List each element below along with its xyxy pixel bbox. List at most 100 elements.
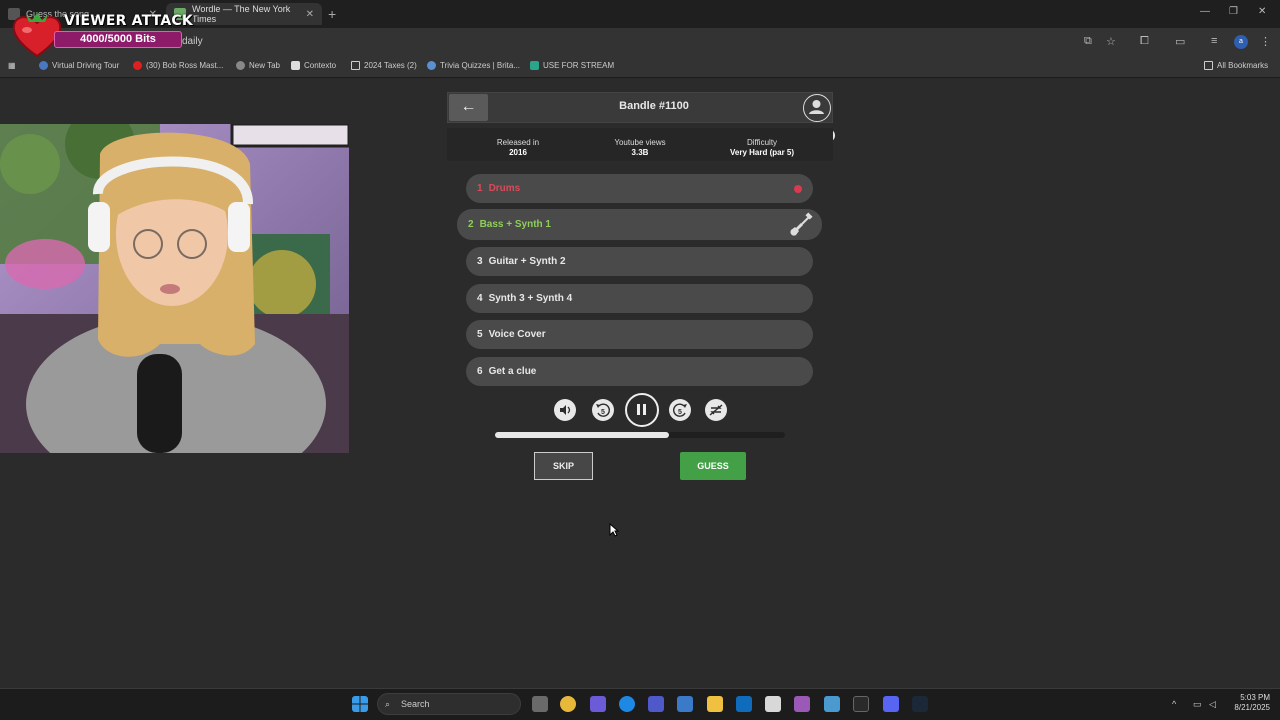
guess-button[interactable]: GUESS (680, 452, 746, 480)
bookmark-new-tab[interactable]: New Tab (236, 61, 280, 70)
minimize-icon[interactable]: — (1200, 6, 1210, 17)
pause-icon (637, 404, 646, 415)
bits-count: 4000/5000 Bits (80, 33, 156, 45)
store-icon[interactable] (765, 696, 781, 712)
chrome-icon (236, 61, 245, 70)
bookmark-2024-taxes[interactable]: 2024 Taxes (2) (351, 61, 417, 70)
discord-icon[interactable] (883, 696, 899, 712)
overlay-title: VIEWER ATTACK (64, 13, 193, 29)
address-bar: daily ⧉ ☆ ⧠ ▭ ≡ ⋮ (0, 28, 1280, 56)
outlook-icon[interactable] (736, 696, 752, 712)
show-hidden-icons-icon[interactable]: ^ (1172, 699, 1176, 709)
stat-value: Very Hard (par 5) (729, 148, 795, 157)
stat-label: Difficulty (746, 138, 778, 147)
rewind-seconds: 5 (601, 409, 605, 416)
bass-guitar-icon (790, 212, 813, 236)
windows-start-icon[interactable] (352, 696, 368, 712)
loop-off-icon (709, 404, 723, 416)
stat-label: Youtube views (614, 138, 666, 147)
volume-tray-icon[interactable]: ◁ (1209, 699, 1216, 710)
bookmark-label: 2024 Taxes (2) (364, 61, 417, 70)
clock-date: 8/21/2025 (1234, 703, 1270, 712)
user-icon (809, 100, 824, 114)
stem-bass-synth-1[interactable]: 2 Bass + Synth 1 (457, 209, 822, 240)
user-profile-icon[interactable] (803, 94, 831, 122)
bookmark-label: Virtual Driving Tour (52, 61, 120, 70)
url-field[interactable]: daily (182, 36, 203, 47)
bookmark-virtual-driving-tour[interactable]: Virtual Driving Tour (39, 61, 119, 70)
taskbar-search[interactable] (377, 693, 521, 715)
tab-label: Wordle — The New York Times (192, 4, 291, 24)
bookmark-trivia-quizzes[interactable]: Trivia Quizzes | Brita... (427, 61, 520, 70)
repeat-off-icon[interactable] (705, 399, 727, 421)
stem-status-dot-icon (794, 185, 802, 193)
stem-number: 6 (477, 366, 483, 377)
skip-button[interactable]: SKIP (534, 452, 593, 480)
restore-icon[interactable]: ❐ (1229, 6, 1238, 17)
taskbar (0, 688, 1280, 720)
stem-drums[interactable]: 1 Drums (466, 174, 813, 203)
youtube-icon (133, 61, 142, 70)
forward-5-icon[interactable]: 5 (669, 399, 691, 421)
teams-icon[interactable] (648, 696, 664, 712)
stem-get-a-clue[interactable]: 6 Get a clue (466, 357, 813, 386)
rewind-5-icon[interactable]: 5 (592, 399, 614, 421)
bookmark-label: Contexto (304, 61, 337, 70)
bookmark-star-icon[interactable]: ☆ (1106, 35, 1116, 48)
stem-label: Voice Cover (488, 329, 546, 340)
split-view-icon[interactable]: ▭ (1175, 35, 1185, 48)
stem-number: 4 (477, 293, 483, 304)
stem-guitar-synth-2[interactable]: 3 Guitar + Synth 2 (466, 247, 813, 276)
bookmark-bob-ross[interactable]: (30) Bob Ross Mast... (133, 61, 223, 70)
forward-seconds: 5 (678, 409, 682, 416)
profile-avatar[interactable]: a (1234, 35, 1248, 49)
stat-value: 3.3B (631, 148, 649, 157)
photos-icon[interactable] (677, 696, 693, 712)
all-bookmarks[interactable]: All Bookmarks (1204, 61, 1268, 70)
volume-icon[interactable] (554, 399, 576, 421)
stem-label: Synth 3 + Synth 4 (488, 293, 573, 304)
copilot-icon[interactable] (590, 696, 606, 712)
apps-grid-icon[interactable]: ▦ (8, 61, 16, 70)
new-tab-icon[interactable]: + (328, 6, 336, 22)
picsart-icon (530, 61, 539, 70)
game-title: Bandle #1100 (619, 100, 689, 112)
media-controls-icon[interactable]: ≡ (1211, 35, 1217, 47)
bookmark-contexto[interactable]: Contexto (291, 61, 336, 70)
stem-number: 5 (477, 329, 483, 340)
close-window-icon[interactable]: ✕ (1258, 6, 1266, 17)
menu-icon[interactable]: ⋮ (1260, 35, 1271, 48)
app-icon[interactable] (824, 696, 840, 712)
bookmark-label: New Tab (249, 61, 280, 70)
bookmark-use-for-stream[interactable]: USE FOR STREAM (530, 61, 614, 70)
folder-icon (351, 61, 360, 70)
stem-label: Get a clue (488, 366, 537, 377)
back-arrow-icon[interactable]: ← (449, 94, 488, 121)
system-clock[interactable]: 5:03 PM 8/21/2025 (1226, 693, 1270, 713)
steam-icon[interactable] (912, 696, 928, 712)
office-icon[interactable] (794, 696, 810, 712)
extensions-icon[interactable]: ⧠ (1140, 35, 1149, 48)
webcam-feed (0, 124, 349, 453)
folder-icon (1204, 61, 1213, 70)
bookmark-label: Trivia Quizzes | Brita... (440, 61, 521, 70)
edge-icon[interactable] (619, 696, 635, 712)
stat-value: 2016 (509, 148, 527, 157)
install-app-icon[interactable]: ⧉ (1084, 35, 1092, 48)
forward-icon: 5 (673, 403, 687, 417)
playback-progress-fill (495, 432, 669, 438)
stem-synth-3-synth-4[interactable]: 4 Synth 3 + Synth 4 (466, 284, 813, 313)
chrome-taskbar-icon[interactable] (560, 696, 576, 712)
network-icon[interactable]: ▭ (1193, 699, 1202, 710)
stem-voice-cover[interactable]: 5 Voice Cover (466, 320, 813, 349)
capcut-icon[interactable] (853, 696, 869, 712)
stem-label: Drums (488, 183, 521, 194)
webcam-image (0, 124, 349, 453)
task-view-icon[interactable] (532, 696, 548, 712)
close-tab-icon[interactable]: ✕ (306, 9, 314, 20)
stem-label: Guitar + Synth 2 (488, 256, 566, 267)
file-explorer-icon[interactable] (707, 696, 723, 712)
pause-button[interactable] (625, 393, 659, 427)
britannica-icon (427, 61, 436, 70)
bookmark-label: All Bookmarks (1217, 61, 1269, 70)
